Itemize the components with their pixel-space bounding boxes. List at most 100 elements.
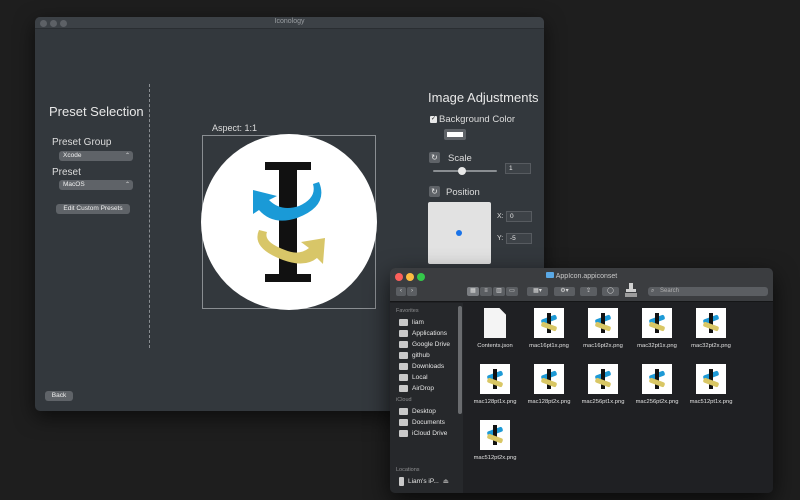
section-divider [149,84,150,348]
sidebar-item-documents[interactable]: Documents [399,417,461,428]
locations-list: Liam's iP... ⏏ [399,476,461,487]
png-thumbnail-icon [642,364,672,394]
png-thumbnail-icon [588,364,618,394]
png-thumbnail-icon [696,364,726,394]
edit-custom-presets-button[interactable]: Edit Custom Presets [56,204,130,214]
preset-select[interactable]: MacOS ⌃ [59,180,133,190]
position-reset-icon[interactable]: ↻ [429,186,440,197]
sidebar-item-desktop[interactable]: Desktop [399,406,461,417]
forward-nav-button[interactable]: › [407,287,417,296]
folder-icon [545,272,554,278]
search-icon: ⌕ [651,288,655,294]
position-label: Position [446,187,480,198]
file-item[interactable]: mac512pt1x.png [684,364,738,416]
icon-view-button[interactable]: ▦ [467,287,479,296]
image-adjustments-heading: Image Adjustments [428,90,539,105]
sidebar-item-downloads[interactable]: Downloads [399,361,461,372]
sidebar-item-label: Google Drive [412,341,450,348]
position-pad[interactable] [428,202,491,264]
background-color-well[interactable] [444,129,466,140]
png-thumbnail-icon [480,364,510,394]
applications-icon [399,329,408,337]
file-item[interactable]: mac16pt2x.png [576,308,630,360]
chevron-updown-icon: ⌃ [124,153,130,159]
sidebar-item-label: Documents [412,419,445,426]
sidebar-item-label: AirDrop [412,385,435,392]
list-view-button[interactable]: ≡ [480,287,492,296]
preset-value: MacOS [63,181,85,188]
sidebar-item-label: Local [412,374,428,381]
file-item[interactable]: mac256pt2x.png [630,364,684,416]
sidebar-item-icloud-drive[interactable]: iCloud Drive [399,428,461,439]
sidebar-item-github[interactable]: github [399,350,461,361]
tag-icon[interactable]: ◯ [602,287,619,296]
png-thumbnail-icon [588,308,618,338]
png-thumbnail-icon [534,308,564,338]
png-thumbnail-icon [696,308,726,338]
column-view-button[interactable]: ▥ [493,287,505,296]
file-name: mac256pt2x.png [635,399,679,405]
eject-icon[interactable]: ⏏ [443,478,449,485]
action-gear-icon[interactable]: ⚙▾ [554,287,575,296]
sidebar-item-airdrop[interactable]: AirDrop [399,383,461,394]
file-item[interactable]: Contents.json [468,308,522,360]
scale-field[interactable]: 1 [505,163,531,174]
home-icon [399,318,408,326]
app-logo-icon [253,162,325,282]
icloud-list: Desktop Documents iCloud Drive [399,406,461,439]
background-color-swatch [447,132,463,137]
favorites-heading: Favorites [396,308,419,314]
preset-selection-heading: Preset Selection [49,104,144,119]
search-field[interactable]: ⌕ Search [648,287,768,296]
share-icon[interactable]: ⇪ [580,287,597,296]
aspect-label: Aspect: 1:1 [212,123,258,133]
sidebar-item-iphone[interactable]: Liam's iP... ⏏ [399,476,461,487]
finder-title-text: AppIcon.appiconset [555,273,618,280]
file-name: mac32pt1x.png [637,343,677,349]
window-title: Iconology [274,18,305,25]
favorites-list: liam Applications Google Drive github Do… [399,317,461,394]
finder-toolbar: AppIcon.appiconset ‹ › ▦ ≡ ▥ ▭ ▦▾ ⚙▾ ⇪ ◯… [390,268,773,302]
cloud-icon [399,429,408,437]
file-name: Contents.json [477,343,513,349]
custom-toolbar-icon[interactable] [625,283,637,298]
preset-group-value: Xcode [63,152,82,159]
scale-reset-icon[interactable]: ↻ [429,152,440,163]
x-field[interactable]: 0 [506,211,532,222]
sidebar-item-local[interactable]: Local [399,372,461,383]
group-by-button[interactable]: ▦▾ [527,287,548,296]
y-field[interactable]: -5 [506,233,532,244]
file-item[interactable]: mac128pt1x.png [468,364,522,416]
file-name: mac16pt2x.png [583,343,623,349]
preset-group-select[interactable]: Xcode ⌃ [59,151,133,161]
file-item[interactable]: mac32pt1x.png [630,308,684,360]
locations-heading: Locations [396,467,420,473]
png-thumbnail-icon [642,308,672,338]
back-button[interactable]: Back [45,391,73,401]
icon-preview [201,134,377,310]
file-item[interactable]: mac256pt1x.png [576,364,630,416]
file-item[interactable]: mac16pt1x.png [522,308,576,360]
position-marker[interactable] [456,230,462,236]
back-nav-button[interactable]: ‹ [396,287,406,296]
file-item[interactable]: mac512pt2x.png [468,420,522,472]
sidebar-item-label: github [412,352,430,359]
file-name: mac32pt2x.png [691,343,731,349]
background-color-checkbox[interactable]: ✓ [430,116,437,123]
gallery-view-button[interactable]: ▭ [506,287,518,296]
file-item[interactable]: mac32pt2x.png [684,308,738,360]
file-item[interactable]: mac128pt2x.png [522,364,576,416]
scale-slider-knob[interactable] [457,167,466,175]
phone-icon [399,476,404,486]
sidebar-item-applications[interactable]: Applications [399,328,461,339]
documents-icon [399,418,408,426]
file-name: mac128pt1x.png [473,399,517,405]
folder-icon [399,373,408,381]
sidebar-item-label: Liam's iP... [408,478,439,485]
file-grid: Contents.json mac16pt1x.png mac16pt2x.pn… [464,303,773,493]
file-name: mac512pt2x.png [473,455,517,461]
preset-label: Preset [52,167,81,178]
sidebar-item-liam[interactable]: liam [399,317,461,328]
sidebar-scrollbar[interactable] [458,306,462,414]
sidebar-item-google-drive[interactable]: Google Drive [399,339,461,350]
